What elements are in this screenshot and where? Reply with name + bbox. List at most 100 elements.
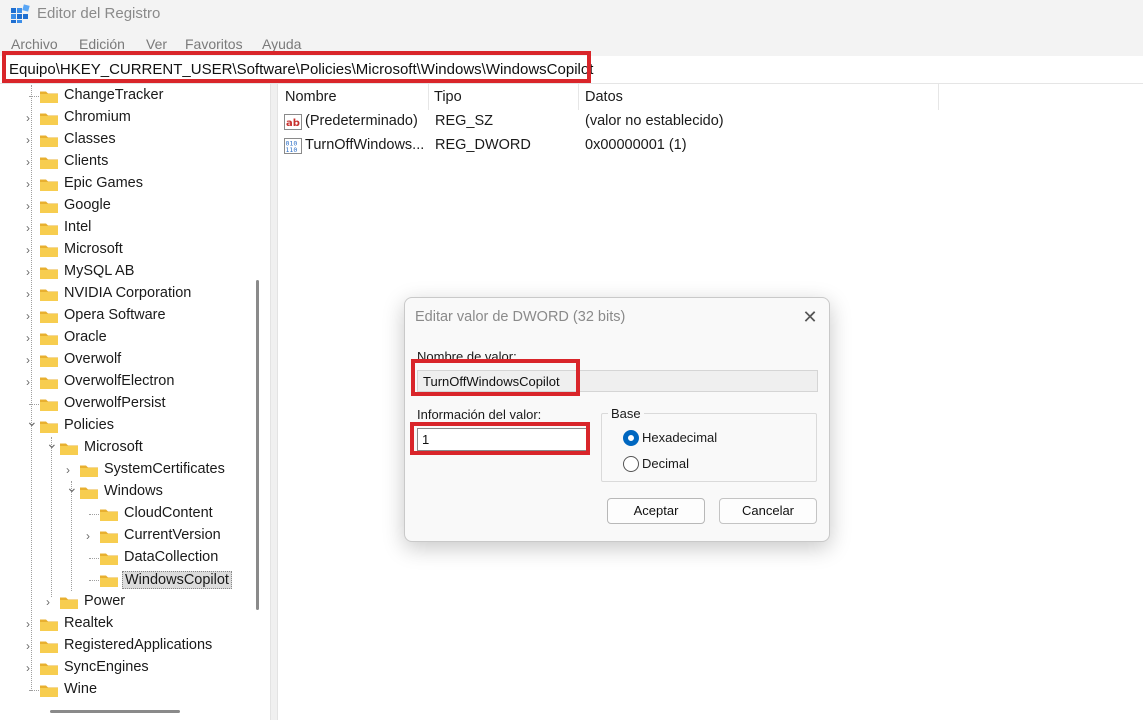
chevron-right-icon[interactable]: › [26,660,36,676]
tree-item-label[interactable]: DataCollection [124,549,218,565]
menu-ver[interactable]: Ver [146,36,167,52]
chevron-right-icon[interactable]: › [86,528,96,544]
chevron-right-icon[interactable]: › [26,616,36,632]
decimal-radio[interactable] [623,456,639,472]
menu-archivo[interactable]: Archivo [11,36,58,52]
tree-item[interactable]: › Oracle [0,327,252,349]
tree-item[interactable]: › Realtek [0,613,252,635]
tree-item[interactable]: ChangeTracker [0,85,252,107]
hexadecimal-radio[interactable] [623,430,639,446]
tree-item[interactable]: › RegisteredApplications [0,635,252,657]
value-row[interactable]: ab (Predeterminado) REG_SZ (valor no est… [278,110,938,134]
tree-item[interactable]: ⌄ Windows [0,479,252,503]
tree-item[interactable]: › MySQL AB [0,261,252,283]
decimal-label[interactable]: Decimal [642,456,689,471]
tree-item-label[interactable]: OverwolfPersist [64,395,166,411]
cancel-button[interactable]: Cancelar [719,498,817,524]
tree-item[interactable]: › Power [0,591,252,613]
tree-item[interactable]: › SystemCertificates [0,459,252,481]
tree-item-label[interactable]: Policies [64,417,114,433]
tree-item[interactable]: ⌄ Policies [0,413,252,437]
tree-item[interactable]: › Opera Software [0,305,252,327]
tree-item-label[interactable]: Chromium [64,109,131,125]
chevron-right-icon[interactable]: › [26,220,36,236]
pane-splitter[interactable] [270,84,278,720]
chevron-right-icon[interactable]: › [26,264,36,280]
tree-item[interactable]: › CurrentVersion [0,525,252,547]
chevron-right-icon[interactable]: › [26,308,36,324]
tree-item[interactable]: ⌄ Microsoft [0,435,252,459]
tree-item-label[interactable]: Power [84,593,125,609]
chevron-right-icon[interactable]: › [26,110,36,126]
chevron-right-icon[interactable]: › [26,154,36,170]
chevron-right-icon[interactable]: › [26,132,36,148]
tree-item-label[interactable]: Overwolf [64,351,121,367]
tree-item[interactable]: CloudContent [0,503,252,525]
tree-item-label[interactable]: NVIDIA Corporation [64,285,191,301]
tree-item[interactable]: › SyncEngines [0,657,252,679]
value-row[interactable]: 010 110 TurnOffWindows... REG_DWORD 0x00… [278,134,938,158]
tree-item[interactable]: Wine [0,679,252,701]
tree-item-label[interactable]: Oracle [64,329,107,345]
menu-ayuda[interactable]: Ayuda [262,36,301,52]
accept-button[interactable]: Aceptar [607,498,705,524]
column-header-name[interactable]: Nombre [285,89,337,105]
tree-item[interactable]: › Google [0,195,252,217]
tree-item[interactable]: › Chromium [0,107,252,129]
tree-item-label[interactable]: CloudContent [124,505,213,521]
tree-item-label[interactable]: Microsoft [64,241,123,257]
registry-tree[interactable]: ChangeTracker › Chromium › Classes › Clients › E… [0,85,252,707]
tree-item-label[interactable]: Clients [64,153,108,169]
tree-item[interactable]: › NVIDIA Corporation [0,283,252,305]
chevron-down-icon[interactable]: ⌄ [66,479,78,495]
column-divider[interactable] [938,84,939,110]
tree-item[interactable]: › Clients [0,151,252,173]
tree-item-label[interactable]: Opera Software [64,307,166,323]
chevron-right-icon[interactable]: › [26,198,36,214]
chevron-right-icon[interactable]: › [66,462,76,478]
tree-item[interactable]: › Overwolf [0,349,252,371]
tree-item[interactable]: DataCollection [0,547,252,569]
tree-item[interactable]: › Intel [0,217,252,239]
tree-item-label[interactable]: SystemCertificates [104,461,225,477]
column-divider[interactable] [428,84,429,110]
chevron-right-icon[interactable]: › [26,286,36,302]
tree-item[interactable]: › Classes [0,129,252,151]
tree-item[interactable]: › Microsoft [0,239,252,261]
tree-item-label[interactable]: CurrentVersion [124,527,221,543]
tree-item-label[interactable]: Epic Games [64,175,143,191]
chevron-right-icon[interactable]: › [26,330,36,346]
tree-item-label[interactable]: Wine [64,681,97,697]
tree-horizontal-scrollbar[interactable] [50,710,180,713]
menu-edicion[interactable]: Edición [79,36,125,52]
chevron-down-icon[interactable]: ⌄ [26,413,38,429]
hexadecimal-label[interactable]: Hexadecimal [642,430,717,445]
chevron-right-icon[interactable]: › [26,352,36,368]
chevron-right-icon[interactable]: › [46,594,56,610]
tree-item-label[interactable]: Realtek [64,615,113,631]
tree-item-label[interactable]: MySQL AB [64,263,134,279]
chevron-right-icon[interactable]: › [26,242,36,258]
tree-item-label[interactable]: Google [64,197,111,213]
tree-item[interactable]: › Epic Games [0,173,252,195]
tree-item[interactable]: WindowsCopilot [0,569,252,591]
tree-item-label[interactable]: Classes [64,131,116,147]
tree-item-label[interactable]: ChangeTracker [64,87,163,103]
tree-item[interactable]: OverwolfPersist [0,393,252,415]
tree-item-label[interactable]: WindowsCopilot [122,571,232,589]
tree-vertical-scrollbar[interactable] [256,280,259,610]
chevron-down-icon[interactable]: ⌄ [46,435,58,451]
column-divider[interactable] [578,84,579,110]
menu-favoritos[interactable]: Favoritos [185,36,243,52]
column-header-type[interactable]: Tipo [434,89,462,105]
tree-item-label[interactable]: OverwolfElectron [64,373,174,389]
column-header-data[interactable]: Datos [585,89,623,105]
tree-item-label[interactable]: Intel [64,219,91,235]
tree-item[interactable]: › OverwolfElectron [0,371,252,393]
tree-item-label[interactable]: Windows [104,483,163,499]
chevron-right-icon[interactable]: › [26,638,36,654]
chevron-right-icon[interactable]: › [26,374,36,390]
tree-item-label[interactable]: SyncEngines [64,659,149,675]
tree-item-label[interactable]: Microsoft [84,439,143,455]
chevron-right-icon[interactable]: › [26,176,36,192]
